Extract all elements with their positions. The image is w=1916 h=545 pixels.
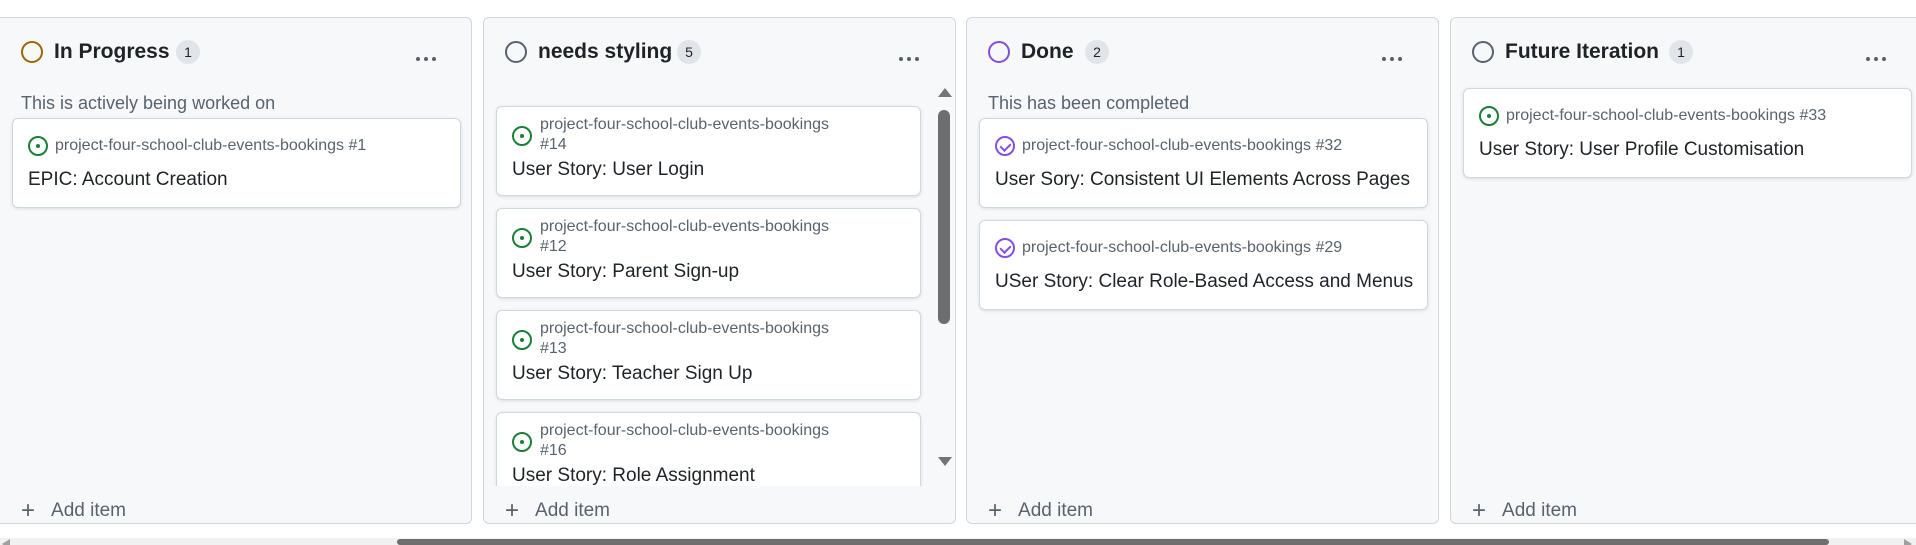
card-ref[interactable]: project-four-school-club-events-bookings…: [1022, 136, 1342, 156]
plus-icon: +: [505, 497, 520, 524]
open-issue-icon: [512, 330, 532, 350]
card[interactable]: project-four-school-club-events-bookings…: [979, 220, 1428, 310]
open-issue-icon: [28, 136, 48, 156]
card-ref[interactable]: project-four-school-club-events-bookings…: [55, 136, 366, 156]
dot-icon: [899, 57, 903, 61]
card-ref-line2[interactable]: #12: [540, 237, 567, 257]
add-item-button[interactable]: + Add item: [21, 497, 126, 525]
column-header: Done 2: [967, 18, 1438, 68]
column-header: needs styling 5: [484, 18, 955, 68]
status-circle-icon: [21, 41, 43, 63]
cards-scroll-area[interactable]: project-four-school-club-events-bookings…: [484, 90, 957, 486]
dot-icon: [1382, 57, 1386, 61]
open-issue-icon: [512, 126, 532, 146]
add-item-label: Add item: [1502, 500, 1577, 521]
scroll-up-arrow-icon[interactable]: [938, 88, 952, 97]
status-circle-icon: [988, 41, 1010, 63]
column-title: Future Iteration: [1505, 40, 1660, 63]
card[interactable]: project-four-school-club-events-bookings…: [496, 208, 921, 298]
add-item-label: Add item: [1018, 500, 1093, 521]
add-item-label: Add item: [535, 500, 610, 521]
add-item-button[interactable]: + Add item: [505, 497, 610, 525]
card[interactable]: project-four-school-club-events-bookings…: [496, 412, 921, 486]
card-ref-line1[interactable]: project-four-school-club-events-bookings: [540, 115, 829, 135]
count-badge: 1: [1669, 40, 1693, 64]
dot-icon: [1390, 57, 1394, 61]
dot-icon: [1874, 57, 1878, 61]
card-title[interactable]: User Story: Teacher Sign Up: [512, 362, 752, 386]
scroll-left-arrow-icon[interactable]: [2, 539, 10, 545]
closed-issue-icon: [995, 238, 1015, 258]
column-header: Future Iteration 1: [1451, 18, 1916, 68]
card-ref-line1[interactable]: project-four-school-club-events-bookings: [540, 319, 829, 339]
plus-icon: +: [21, 497, 36, 524]
dot-icon: [1882, 57, 1886, 61]
plus-icon: +: [1472, 497, 1487, 524]
plus-icon: +: [988, 497, 1003, 524]
dot-icon: [432, 57, 436, 61]
card-title[interactable]: User Story: User Profile Customisation: [1479, 138, 1804, 162]
card-ref-line2[interactable]: #13: [540, 339, 567, 359]
scroll-right-arrow-icon[interactable]: [1904, 539, 1912, 545]
card-ref-line2[interactable]: #16: [540, 441, 567, 461]
card-ref-line1[interactable]: project-four-school-club-events-bookings: [540, 421, 829, 441]
open-issue-icon: [1479, 106, 1499, 126]
column-menu-button[interactable]: [411, 49, 441, 69]
dot-icon: [424, 57, 428, 61]
column-header: In Progress 1: [0, 18, 471, 68]
horizontal-scrollbar-thumb[interactable]: [397, 539, 1829, 545]
card-title[interactable]: User Sory: Consistent UI Elements Across…: [995, 168, 1410, 192]
column-menu-button[interactable]: [1861, 49, 1891, 69]
card-title[interactable]: EPIC: Account Creation: [28, 168, 228, 192]
count-badge: 5: [677, 40, 701, 64]
status-circle-icon: [1472, 41, 1494, 63]
dot-icon: [907, 57, 911, 61]
card-ref[interactable]: project-four-school-club-events-bookings…: [1022, 238, 1342, 258]
card-title[interactable]: User Story: Role Assignment: [512, 464, 755, 486]
card[interactable]: project-four-school-club-events-bookings…: [1463, 88, 1912, 178]
column-description: This is actively being worked on: [21, 93, 276, 113]
scrollbar-thumb[interactable]: [938, 110, 950, 324]
column-done: Done 2 This has been completed project-f…: [966, 17, 1439, 524]
column-title: In Progress: [54, 40, 170, 63]
open-issue-icon: [512, 432, 532, 452]
card[interactable]: project-four-school-club-events-bookings…: [496, 310, 921, 400]
project-board: In Progress 1 This is actively being wor…: [0, 0, 1916, 545]
column-menu-button[interactable]: [894, 49, 924, 69]
card[interactable]: project-four-school-club-events-bookings…: [496, 106, 921, 196]
cards-vertical-scrollbar[interactable]: [936, 88, 952, 466]
column-needs-styling: needs styling 5 project-four-school-club…: [483, 17, 956, 524]
count-badge: 2: [1085, 40, 1109, 64]
count-badge: 1: [176, 40, 200, 64]
dot-icon: [1866, 57, 1870, 61]
column-description: This has been completed: [988, 93, 1190, 113]
column-title: Done: [1021, 40, 1074, 63]
scroll-down-arrow-icon[interactable]: [938, 457, 952, 466]
add-item-label: Add item: [51, 500, 126, 521]
card-title[interactable]: USer Story: Clear Role-Based Access and …: [995, 270, 1413, 294]
card-ref-line2[interactable]: #14: [540, 135, 567, 155]
dot-icon: [1398, 57, 1402, 61]
column-in-progress: In Progress 1 This is actively being wor…: [0, 17, 472, 524]
card[interactable]: project-four-school-club-events-bookings…: [12, 118, 461, 208]
card-title[interactable]: User Story: User Login: [512, 158, 704, 182]
column-future-iteration: Future Iteration 1 project-four-school-c…: [1450, 17, 1916, 524]
closed-issue-icon: [995, 136, 1015, 156]
card-title[interactable]: User Story: Parent Sign-up: [512, 260, 739, 284]
column-title: needs styling: [538, 40, 673, 63]
dot-icon: [915, 57, 919, 61]
open-issue-icon: [512, 228, 532, 248]
column-menu-button[interactable]: [1377, 49, 1407, 69]
card[interactable]: project-four-school-club-events-bookings…: [979, 118, 1428, 208]
add-item-button[interactable]: + Add item: [1472, 497, 1577, 525]
card-ref-line1[interactable]: project-four-school-club-events-bookings: [540, 217, 829, 237]
dot-icon: [416, 57, 420, 61]
add-item-button[interactable]: + Add item: [988, 497, 1093, 525]
status-circle-icon: [505, 41, 527, 63]
card-ref[interactable]: project-four-school-club-events-bookings…: [1506, 106, 1826, 126]
